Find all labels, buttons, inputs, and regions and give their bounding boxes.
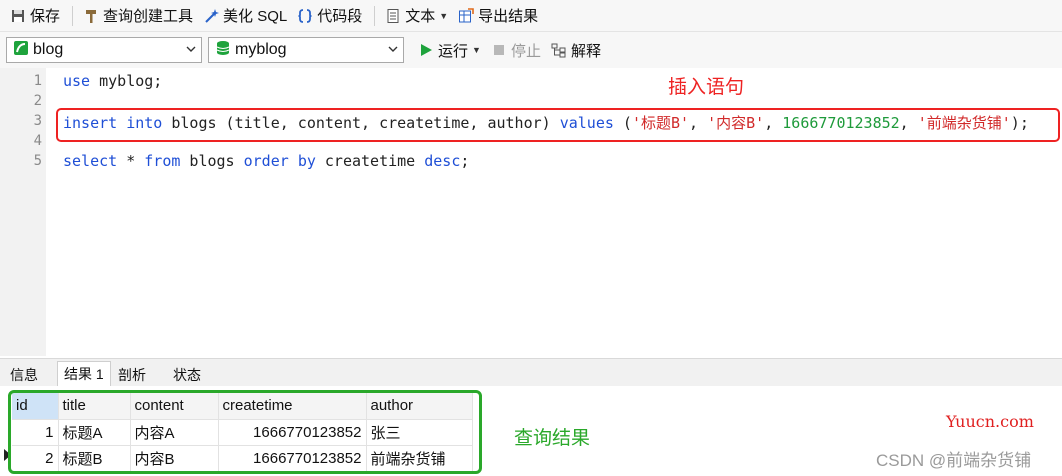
magic-wand-icon — [203, 8, 220, 24]
tab-status[interactable]: 状态 — [167, 363, 207, 387]
line-number: 2 — [33, 93, 42, 109]
insert-statement-annotation: 插入语句 — [668, 77, 745, 98]
explain-button[interactable]: 解释 — [547, 37, 605, 63]
play-icon — [418, 42, 434, 58]
code-snippet-button[interactable]: 代码段 — [293, 3, 366, 29]
caret-down-icon[interactable]: ▼ — [439, 11, 448, 21]
export-icon — [458, 7, 474, 24]
connection-icon — [13, 40, 29, 60]
explain-label: 解释 — [570, 42, 601, 60]
tab-info[interactable]: 信息 — [4, 363, 44, 387]
code-line-5: select * from blogs order by createtime … — [63, 152, 469, 170]
sql-editor[interactable]: 1 2 3 4 5 use myblog; insert into blogs … — [0, 68, 1062, 356]
sql-keyword: select — [63, 152, 118, 170]
beautify-sql-button[interactable]: 美化 SQL — [199, 3, 291, 29]
toolbar-divider — [374, 5, 376, 26]
line-number: 1 — [33, 73, 42, 89]
text-label: 文本 — [405, 8, 436, 25]
sql-text: blogs — [180, 152, 244, 170]
toolbar-divider — [72, 5, 74, 26]
query-builder-button[interactable]: 查询创建工具 — [79, 3, 197, 29]
save-label: 保存 — [30, 8, 61, 25]
sql-text: ; — [460, 152, 470, 170]
author-watermark: CSDN @前端杂货铺 — [876, 451, 1032, 470]
code-snippet-label: 代码段 — [317, 8, 363, 25]
run-label: 运行 — [438, 42, 469, 60]
query-result-annotation: 查询结果 — [514, 428, 591, 449]
site-watermark: Yuucn.com — [946, 412, 1034, 431]
export-results-button[interactable]: 导出结果 — [454, 3, 542, 29]
database-icon — [215, 40, 231, 60]
line-number: 5 — [33, 153, 42, 169]
run-button[interactable]: 运行 ▼ — [414, 37, 485, 63]
chevron-down-icon — [387, 42, 398, 52]
hammer-icon — [83, 8, 99, 24]
query-result-highlight — [8, 390, 482, 474]
sql-keyword: by — [297, 152, 316, 170]
database-value: myblog — [235, 41, 287, 58]
braces-icon — [297, 8, 313, 24]
tab-profile[interactable]: 剖析 — [112, 363, 152, 387]
save-button[interactable]: 保存 — [6, 3, 64, 29]
connection-select[interactable]: blog — [6, 37, 202, 63]
sql-text: * — [117, 152, 145, 170]
tab-result-1[interactable]: 结果 1 — [57, 361, 111, 388]
stop-button[interactable]: 停止 — [487, 37, 545, 63]
explain-icon — [551, 42, 567, 58]
sql-text: myblog; — [90, 72, 163, 90]
chevron-down-icon — [185, 42, 196, 52]
sql-keyword: from — [144, 152, 181, 170]
code-line-1: use myblog; — [63, 72, 162, 90]
caret-down-icon[interactable]: ▼ — [472, 45, 481, 55]
document-icon — [385, 8, 401, 24]
line-number-gutter: 1 2 3 4 5 — [0, 68, 46, 356]
sql-keyword: order — [243, 152, 289, 170]
sql-keyword: desc — [424, 152, 461, 170]
main-toolbar: 保存 查询创建工具 美化 SQL 代码段 文本 ▼ 导出结果 — [0, 0, 1062, 32]
sql-text: createtime — [315, 152, 425, 170]
sql-keyword: use — [63, 72, 91, 90]
stop-icon — [491, 42, 507, 58]
line-number: 3 — [33, 113, 42, 129]
stop-label: 停止 — [510, 42, 541, 60]
result-tabs: 信息 结果 1 剖析 状态 — [0, 358, 1062, 388]
database-select[interactable]: myblog — [208, 37, 404, 63]
query-bar: blog myblog 运行 ▼ 停止 解释 — [0, 32, 1062, 68]
connection-value: blog — [33, 41, 64, 58]
query-builder-label: 查询创建工具 — [103, 8, 194, 25]
line-number: 4 — [33, 133, 42, 149]
save-icon — [10, 8, 26, 24]
beautify-sql-label: 美化 SQL — [223, 8, 288, 25]
text-button[interactable]: 文本 ▼ — [381, 3, 452, 29]
insert-statement-highlight — [56, 108, 1060, 142]
export-results-label: 导出结果 — [478, 8, 539, 25]
